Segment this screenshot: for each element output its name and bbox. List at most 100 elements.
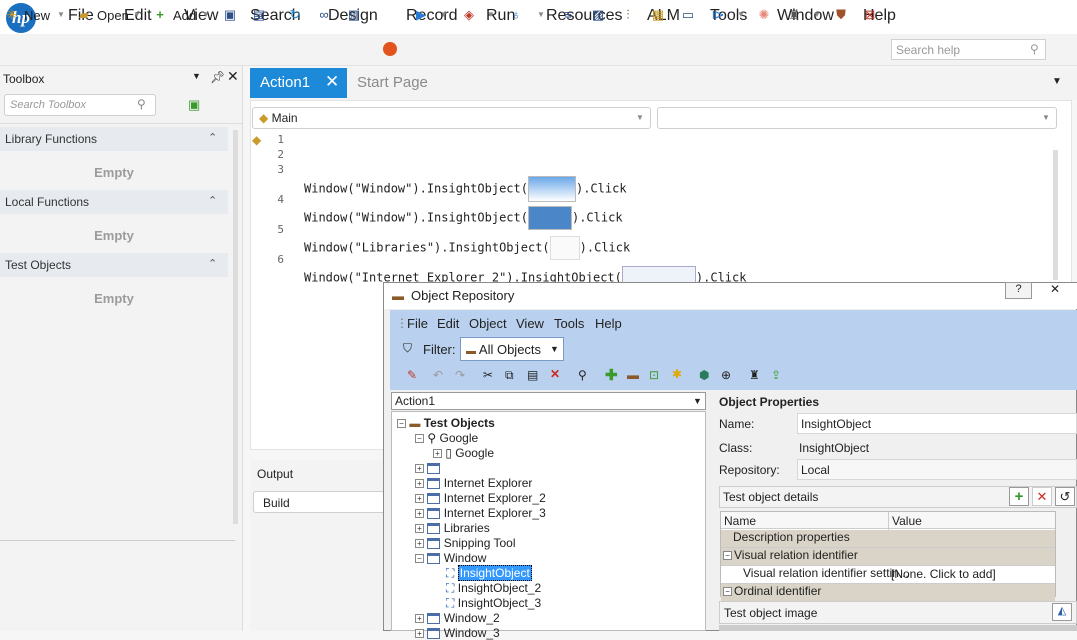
list-icon[interactable]: ≡ xyxy=(560,7,576,23)
tree-node[interactable]: − ⚲ Google xyxy=(415,431,478,445)
expand-icon[interactable]: + xyxy=(415,464,424,474)
undo-icon[interactable]: ↶ xyxy=(433,368,443,382)
search-icon[interactable]: ⚲ xyxy=(1030,42,1039,56)
property-row[interactable]: Description properties xyxy=(721,530,1055,548)
insight-image-cloud[interactable] xyxy=(527,176,576,202)
tree-node[interactable]: + ▯ Google xyxy=(433,446,494,460)
splitter[interactable] xyxy=(0,540,235,541)
expand-icon[interactable]: − xyxy=(397,419,406,429)
book-icon[interactable]: ▭ xyxy=(680,7,696,23)
chevron-down-icon[interactable]: ▼ xyxy=(737,10,745,19)
chevron-down-icon[interactable]: ▼ xyxy=(693,396,702,406)
tree-node[interactable]: ⛶ InsightObject_3 xyxy=(433,596,541,611)
toolbox-search-input[interactable]: Search Toolbox xyxy=(4,94,156,116)
tree-node[interactable]: + Window_3 xyxy=(415,626,500,640)
export-icon[interactable]: ▬ xyxy=(627,368,639,382)
tree-node[interactable]: + Internet Explorer_3 xyxy=(415,506,546,520)
expand-icon[interactable]: + xyxy=(415,494,424,504)
tree-node[interactable]: + Libraries xyxy=(415,521,490,535)
name-field[interactable]: InsightObject xyxy=(797,413,1077,434)
step-over-icon[interactable]: ⧐ xyxy=(710,7,726,23)
toolbox-scrollbar[interactable] xyxy=(233,130,238,524)
or-menu-tools[interactable]: Tools xyxy=(554,316,584,331)
collapse-icon[interactable]: ⌃ xyxy=(208,131,217,144)
add-object-icon[interactable]: ✚ xyxy=(605,366,618,384)
chevron-down-icon[interactable]: ▼ xyxy=(813,10,821,19)
restore-icon[interactable]: ↺ xyxy=(1055,487,1075,506)
expand-icon[interactable]: + xyxy=(415,524,424,534)
expand-icon[interactable]: + xyxy=(415,614,424,624)
cut-icon[interactable]: ✂ xyxy=(483,368,493,382)
or-menu-object[interactable]: Object xyxy=(469,316,507,331)
pin-icon[interactable]: 📌︎ xyxy=(210,70,225,84)
help-button[interactable]: ? xyxy=(1005,282,1032,299)
tree-node[interactable]: − ▬ Test Objects xyxy=(397,416,495,430)
code-line[interactable]: Window("Window").InsightObject().Click xyxy=(304,176,627,202)
code-line[interactable]: Window("Libraries").InsightObject().Clic… xyxy=(304,236,630,260)
tree-node[interactable]: + Window_2 xyxy=(415,611,500,625)
code-line[interactable]: Window("Window").InsightObject().Click xyxy=(304,206,623,230)
section-library-functions[interactable]: Library Functions xyxy=(0,127,228,151)
run-icon[interactable]: ▶ xyxy=(413,7,429,23)
tree-node[interactable]: + Snipping Tool xyxy=(415,536,516,550)
tab-menu-icon[interactable]: ▼ xyxy=(1052,76,1062,87)
copy-icon[interactable]: ⧉ xyxy=(505,368,514,383)
output-source-select[interactable]: Build xyxy=(253,491,390,513)
edit-image-icon[interactable]: ◭ xyxy=(1052,603,1072,621)
chevron-down-icon[interactable]: ▼ xyxy=(537,10,545,19)
expand-icon[interactable]: + xyxy=(433,449,442,459)
property-row[interactable]: Visual relation identifier settin... [Non… xyxy=(721,566,1055,584)
close-button[interactable]: ✕ xyxy=(1036,282,1074,299)
highlight-app-icon[interactable]: ✱ xyxy=(672,367,682,381)
function-combo[interactable] xyxy=(657,107,1057,129)
locate-icon[interactable]: ⊕ xyxy=(721,368,731,382)
collapse-icon[interactable]: ⌃ xyxy=(208,257,217,270)
excel-icon[interactable]: ⊠ xyxy=(862,7,878,23)
tab-start-page[interactable]: Start Page xyxy=(357,74,428,91)
menu-resources[interactable]: Resources xyxy=(546,7,622,25)
collapse-icon[interactable]: − xyxy=(723,587,732,597)
close-icon[interactable]: ✕ xyxy=(325,72,339,92)
script-icon[interactable]: ▥ xyxy=(346,7,362,23)
search-icon[interactable]: ⚲ xyxy=(137,97,146,111)
tree-node[interactable]: + Internet Explorer_2 xyxy=(415,491,546,505)
chevron-down-icon[interactable]: ▼ xyxy=(440,10,448,19)
add-button[interactable]: Add xyxy=(173,8,196,24)
redo-icon[interactable]: ↷ xyxy=(455,368,465,382)
section-local-functions[interactable]: Local Functions xyxy=(0,190,228,214)
collapse-icon[interactable]: ⌃ xyxy=(208,194,217,207)
link-icon[interactable]: ∞ xyxy=(316,7,332,23)
paste-icon[interactable]: ▤ xyxy=(527,368,538,382)
insight-image-explorer[interactable] xyxy=(527,206,572,230)
new-button[interactable]: New xyxy=(24,8,50,24)
chevron-down-icon[interactable]: ▼ xyxy=(57,10,65,19)
open-button[interactable]: Open xyxy=(97,8,129,24)
chevron-down-icon[interactable]: ▼ xyxy=(202,10,210,19)
chevron-down-icon[interactable]: ▼ xyxy=(550,344,559,354)
repository-icon[interactable]: ▦ xyxy=(650,7,666,23)
insight-image-blank[interactable] xyxy=(549,236,580,260)
record-icon[interactable] xyxy=(383,42,397,56)
property-row[interactable]: − Visual relation identifier xyxy=(721,548,1055,566)
tree-node[interactable]: − Window xyxy=(415,551,486,565)
refresh-icon[interactable]: ↻ xyxy=(287,7,303,23)
import-icon[interactable]: ⇪ xyxy=(771,368,781,382)
refresh-icon[interactable]: ▣ xyxy=(188,97,200,113)
spy-icon[interactable]: ♜ xyxy=(749,368,760,382)
tools-icon[interactable]: ⫶ xyxy=(620,7,636,23)
highlight-icon[interactable]: ✎ xyxy=(407,368,417,382)
chevron-down-icon[interactable]: ▼ xyxy=(1042,113,1050,122)
delete-icon[interactable]: ✕ xyxy=(550,367,560,381)
property-row[interactable]: − Ordinal identifier xyxy=(721,584,1055,602)
close-icon[interactable]: ✕ xyxy=(227,68,239,85)
pin-icon[interactable]: ♁ xyxy=(508,7,524,23)
or-menu-help[interactable]: Help xyxy=(595,316,622,331)
navigate-icon[interactable]: ⊡ xyxy=(649,368,659,382)
expand-icon[interactable]: − xyxy=(415,554,424,564)
chevron-down-icon[interactable]: ▼ xyxy=(133,10,141,19)
remove-property-button[interactable]: ✕ xyxy=(1032,487,1052,506)
or-menu-file[interactable]: File xyxy=(407,316,428,331)
step-icon[interactable]: ◈ xyxy=(461,7,477,23)
or-menu-edit[interactable]: Edit xyxy=(437,316,459,331)
tree-node[interactable]: ⛶ InsightObject_2 xyxy=(433,581,541,596)
